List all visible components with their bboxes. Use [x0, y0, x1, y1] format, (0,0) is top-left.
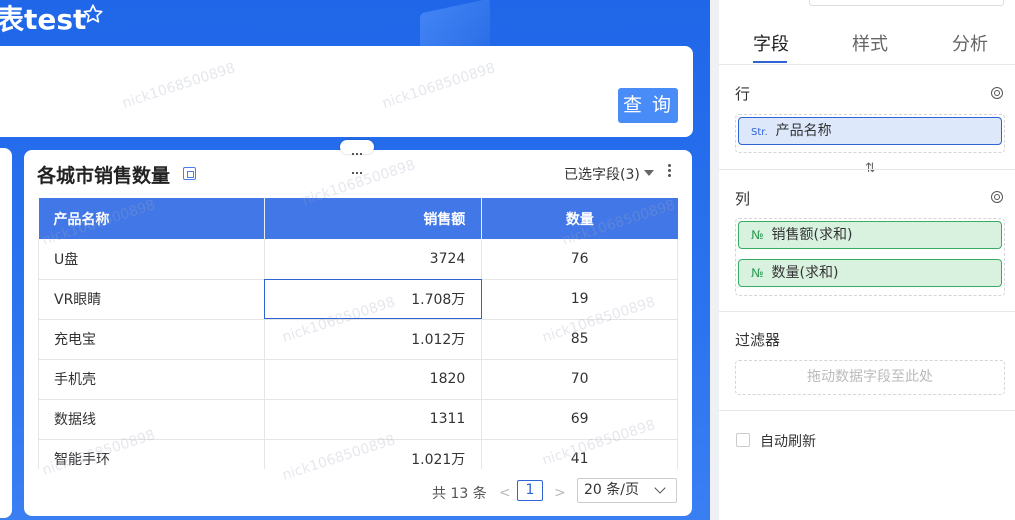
table-scroll-area[interactable]: 产品名称 销售额 数量 U盘 3724 76 VR眼睛 1.708万 19 充电…: [38, 198, 679, 469]
table-cell[interactable]: 智能手环: [38, 439, 265, 469]
table-cell-selected[interactable]: 1.708万: [264, 279, 483, 320]
field-name: 销售额(求和): [771, 227, 853, 243]
table-cell[interactable]: U盘: [38, 239, 265, 280]
number-type-icon: №: [751, 266, 764, 280]
table-row[interactable]: U盘 3724 76: [38, 239, 678, 280]
page-size-select[interactable]: 20 条/页: [577, 478, 677, 503]
chart-info-icon[interactable]: [183, 167, 196, 180]
page-number-button[interactable]: 1: [517, 480, 543, 501]
column-header[interactable]: 产品名称: [38, 198, 265, 239]
table-cell[interactable]: 1820: [264, 359, 483, 400]
tab-analysis[interactable]: 分析: [952, 30, 988, 56]
dashboard-title: 表test: [0, 3, 87, 36]
column-field-chip[interactable]: № 数量(求和): [738, 259, 1002, 287]
data-table: 产品名称 销售额 数量 U盘 3724 76 VR眼睛 1.708万 19 充电…: [38, 198, 678, 469]
table-chart-card: 各城市销售数量 已选字段(3) 产品名称 销售额 数量 U盘 3724 76 V…: [24, 150, 692, 516]
table-cell[interactable]: 41: [481, 439, 678, 469]
dashboard-canvas: 表test 查 询 各城市销售数量 已选字段(3) 产品名称 销售额 数量 U盘…: [0, 0, 710, 520]
table-cell[interactable]: 1311: [264, 399, 483, 440]
tab-style[interactable]: 样式: [852, 30, 888, 56]
rows-section-label: 行: [735, 85, 751, 103]
selected-fields-dropdown[interactable]: 已选字段(3): [564, 164, 640, 184]
panel-divider[interactable]: [710, 0, 719, 520]
left-widget-edge: [0, 148, 12, 518]
auto-refresh-checkbox[interactable]: [736, 433, 750, 447]
table-cell[interactable]: 充电宝: [38, 319, 265, 360]
table-row[interactable]: 手机壳 1820 70: [38, 359, 678, 400]
row-field-chip[interactable]: Str. 产品名称: [738, 117, 1002, 145]
top-input-field[interactable]: [809, 0, 1004, 6]
table-cell[interactable]: 19: [481, 279, 678, 320]
chevron-down-icon: [654, 482, 666, 494]
table-cell[interactable]: 85: [481, 319, 678, 360]
table-row[interactable]: 数据线 1311 69: [38, 399, 678, 440]
more-menu-icon[interactable]: [668, 164, 672, 180]
active-tab-indicator: [753, 61, 787, 63]
table-cell[interactable]: 70: [481, 359, 678, 400]
field-name: 产品名称: [775, 123, 832, 139]
table-cell[interactable]: VR眼睛: [38, 279, 265, 320]
table-cell[interactable]: 3724: [264, 239, 483, 280]
column-header[interactable]: 数量: [481, 198, 678, 239]
table-cell[interactable]: 手机壳: [38, 359, 265, 400]
resize-drag-handle[interactable]: [340, 140, 374, 174]
table-row[interactable]: 智能手环 1.021万 41: [38, 439, 678, 469]
pagination: 共 13 条 < 1 > 20 条/页: [24, 478, 692, 506]
divider: [719, 311, 1015, 312]
caret-down-icon[interactable]: [644, 170, 654, 176]
query-button[interactable]: 查 询: [618, 88, 678, 123]
divider: [719, 169, 1015, 170]
total-count: 共 13 条: [432, 486, 487, 502]
favorite-star-icon[interactable]: [82, 3, 104, 25]
table-row[interactable]: 充电宝 1.012万 85: [38, 319, 678, 360]
table-row[interactable]: VR眼睛 1.708万 19: [38, 279, 678, 320]
rows-drop-zone[interactable]: Str. 产品名称: [735, 114, 1005, 153]
divider: [719, 410, 1015, 411]
gear-icon[interactable]: [991, 191, 1003, 203]
columns-section-label: 列: [735, 190, 751, 208]
columns-drop-zone[interactable]: № 销售额(求和) № 数量(求和): [735, 218, 1005, 296]
chart-title: 各城市销售数量: [37, 165, 171, 187]
config-panel: 字段 样式 分析 行 Str.产品名称 ⇅ 列 №销售额(求和) №数量(求和)…: [719, 0, 1015, 520]
filter-card: [0, 46, 693, 137]
filter-section-label: 过滤器: [735, 331, 781, 349]
next-page-button[interactable]: >: [554, 485, 566, 501]
number-type-icon: №: [751, 228, 764, 242]
tab-fields[interactable]: 字段: [753, 30, 789, 56]
gear-icon[interactable]: [991, 87, 1003, 99]
column-field-chip[interactable]: № 销售额(求和): [738, 221, 1002, 249]
table-header-row: 产品名称 销售额 数量: [38, 198, 678, 239]
table-cell[interactable]: 69: [481, 399, 678, 440]
table-cell[interactable]: 1.021万: [264, 439, 483, 469]
table-cell[interactable]: 76: [481, 239, 678, 280]
table-cell[interactable]: 1.012万: [264, 319, 483, 360]
table-cell[interactable]: 数据线: [38, 399, 265, 440]
filter-drop-zone[interactable]: 拖动数据字段至此处: [735, 360, 1005, 395]
auto-refresh-label[interactable]: 自动刷新: [760, 431, 816, 451]
column-header[interactable]: 销售额: [264, 198, 483, 239]
string-type-icon: Str.: [751, 127, 768, 138]
page-size-value: 20 条/页: [584, 482, 639, 498]
field-name: 数量(求和): [771, 265, 839, 281]
prev-page-button[interactable]: <: [499, 485, 511, 501]
divider: [719, 64, 1015, 65]
